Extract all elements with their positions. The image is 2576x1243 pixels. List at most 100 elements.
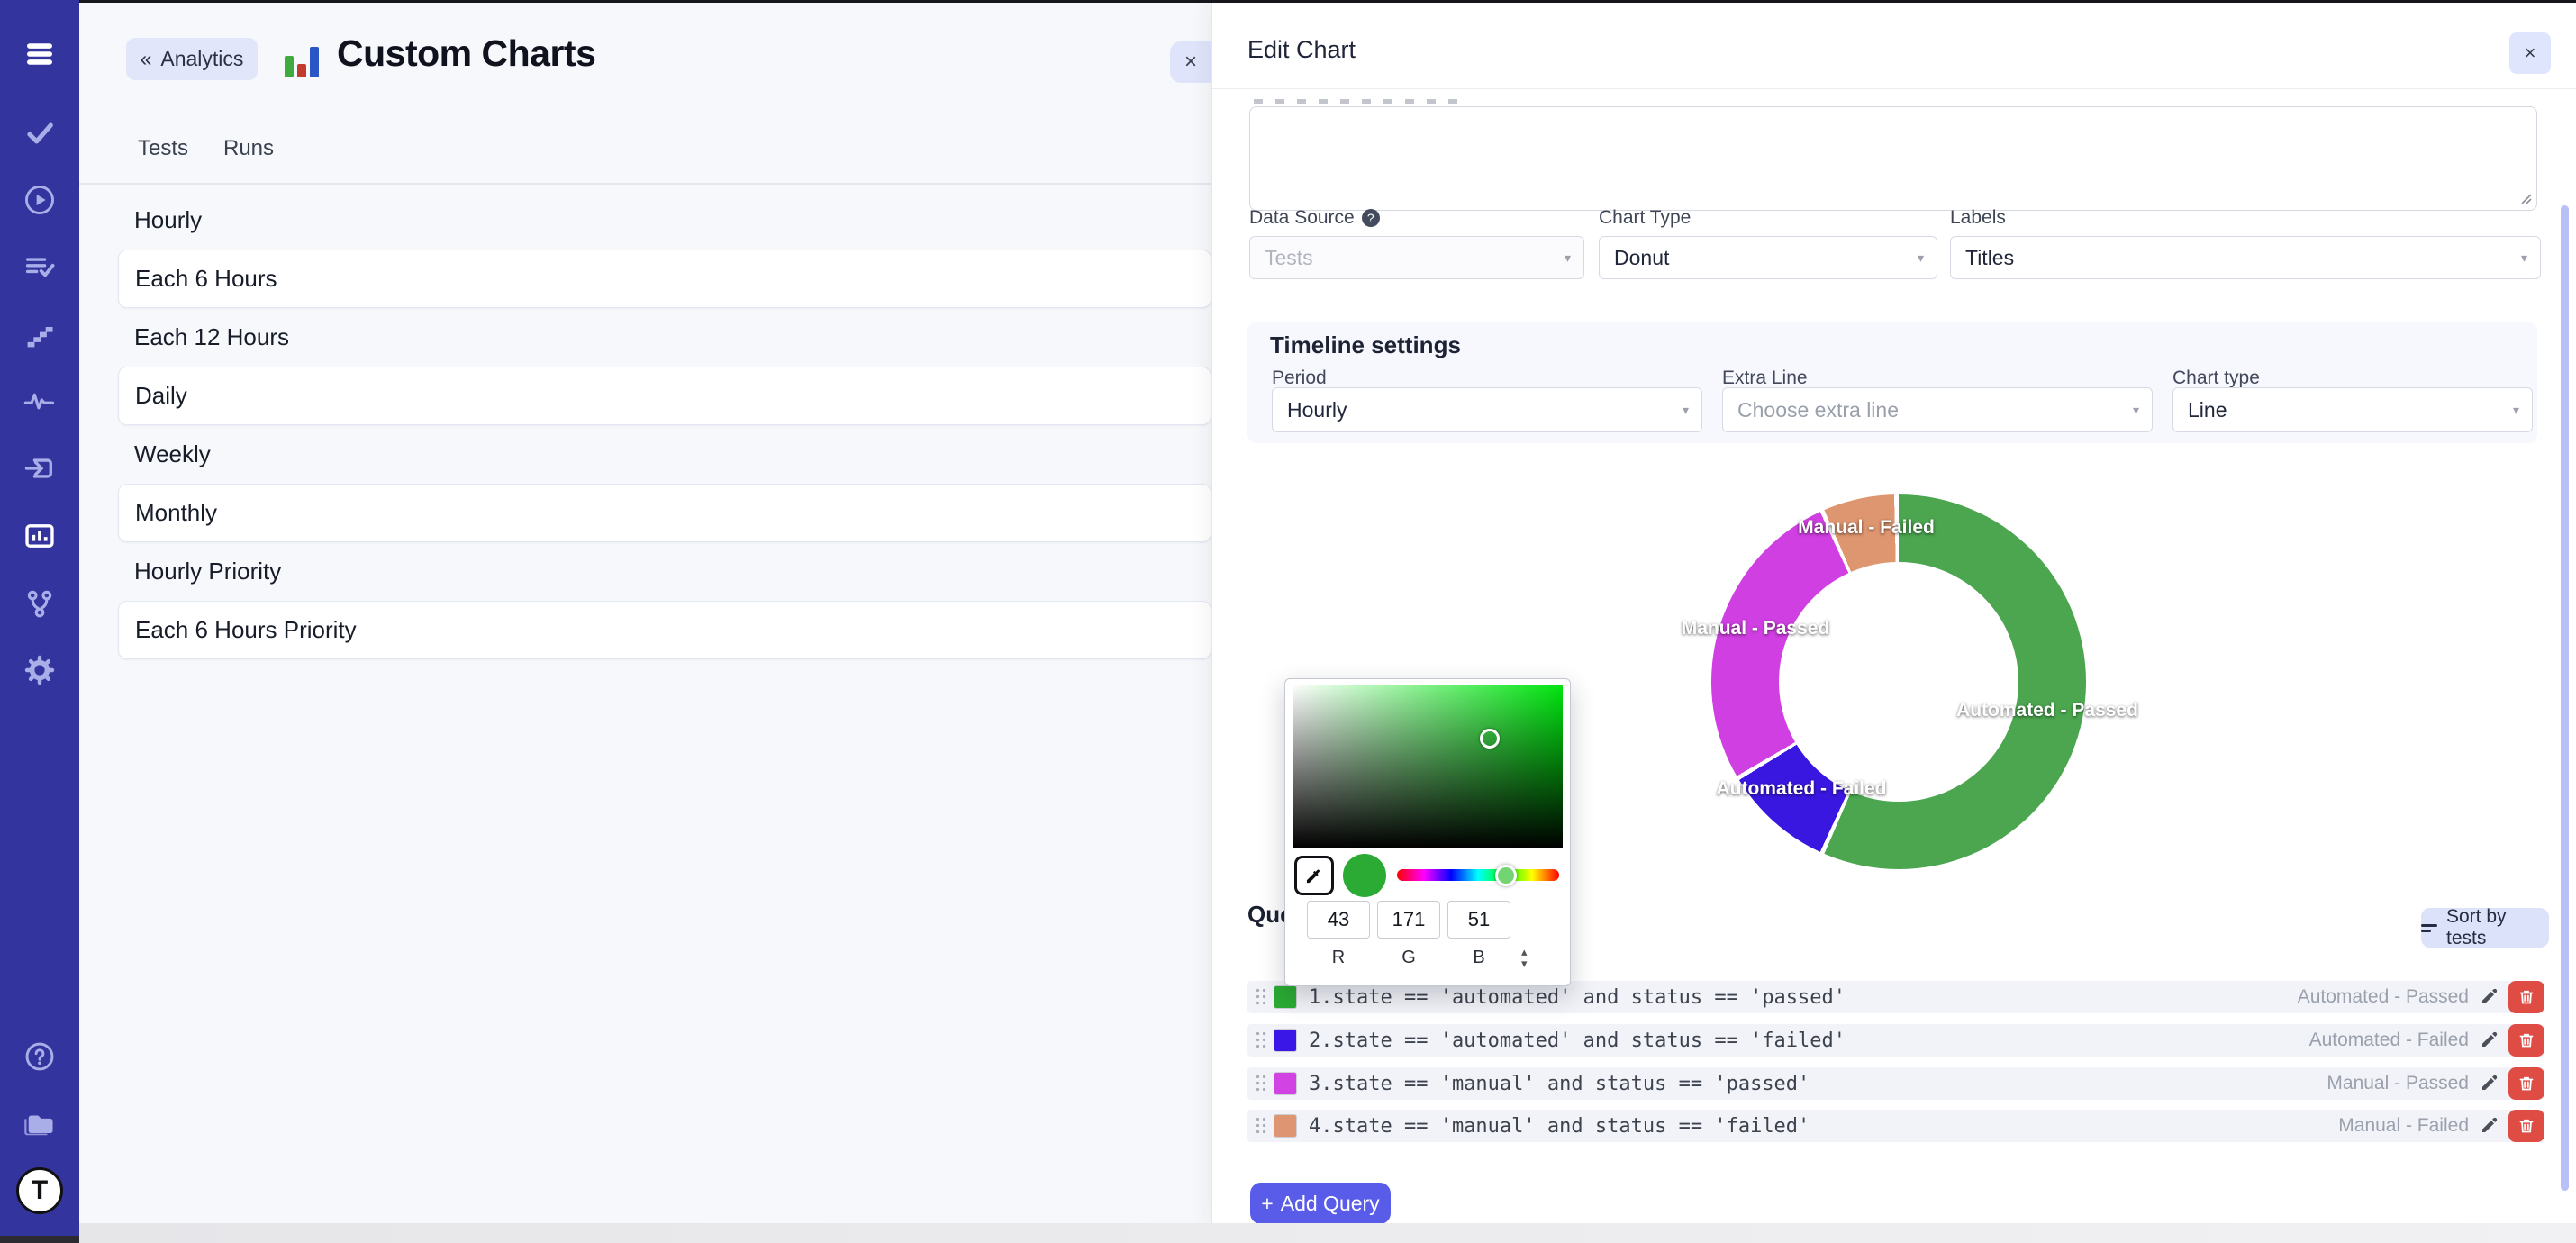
settings-gear-icon[interactable] — [0, 645, 79, 695]
test-plans-list-check-icon[interactable] — [0, 242, 79, 293]
chart-list: Hourly Each 6 Hours Each 12 Hours Daily … — [118, 191, 1211, 659]
textarea-resize-handle[interactable] — [2518, 191, 2533, 205]
runs-play-icon[interactable] — [0, 175, 79, 225]
sidebar: T — [0, 0, 79, 1243]
list-item-each-12-hours[interactable]: Each 12 Hours — [118, 308, 1211, 367]
chart-type-label: Chart Type — [1599, 207, 1691, 229]
chevron-down-icon: ▾ — [1565, 250, 1571, 266]
query-color-swatch-1[interactable] — [1274, 986, 1296, 1008]
drag-handle-icon[interactable] — [1255, 1116, 1267, 1136]
eyedropper-button[interactable] — [1294, 856, 1334, 895]
git-branch-icon[interactable] — [0, 578, 79, 629]
hue-slider[interactable] — [1397, 869, 1559, 881]
drag-handle-icon[interactable] — [1255, 1074, 1267, 1093]
delete-query-button[interactable] — [2508, 981, 2544, 1013]
app-window: T « Analytics Custom Charts Tests Runs H… — [0, 0, 2576, 1243]
bar-chart-emoji-icon — [285, 41, 324, 77]
current-color-swatch — [1343, 854, 1386, 897]
query-row-2: 2.state == 'automated' and status == 'fa… — [1247, 1024, 2544, 1057]
query-color-swatch-4[interactable] — [1274, 1115, 1296, 1137]
red-label: R — [1307, 948, 1370, 968]
chevron-down-icon: ▾ — [2133, 403, 2139, 418]
clipped-field-label — [1254, 99, 1461, 104]
red-input[interactable] — [1307, 901, 1370, 939]
saturation-area[interactable] — [1293, 685, 1563, 848]
labels-select[interactable]: Titles▾ — [1950, 236, 2541, 279]
query-row-3: 3.state == 'manual' and status == 'passe… — [1247, 1067, 2544, 1100]
left-panel-close-button[interactable]: × — [1170, 41, 1211, 83]
plus-icon: + — [1261, 1192, 1273, 1216]
list-item-daily[interactable]: Daily — [118, 367, 1211, 425]
help-icon[interactable] — [0, 1031, 79, 1082]
sidebar-footer-strip — [0, 1236, 79, 1243]
drag-handle-icon[interactable] — [1255, 987, 1267, 1007]
green-input[interactable] — [1377, 901, 1440, 939]
query-label: Manual - Passed — [2327, 1073, 2469, 1094]
timeline-settings-title: Timeline settings — [1270, 331, 1461, 359]
add-query-button[interactable]: + Add Query — [1250, 1183, 1391, 1224]
edit-pencil-icon[interactable] — [2480, 988, 2498, 1006]
drawer-header-divider — [1212, 88, 2576, 89]
analytics-bar-chart-icon[interactable] — [0, 511, 79, 561]
steps-stairs-icon[interactable] — [0, 310, 79, 360]
bottom-gradient-strip — [79, 1223, 2576, 1243]
edit-pencil-icon[interactable] — [2480, 1075, 2498, 1093]
logo-letter: T — [16, 1167, 63, 1214]
chart-description-textarea[interactable] — [1249, 106, 2537, 211]
list-item-hourly-priority[interactable]: Hourly Priority — [118, 542, 1211, 601]
import-login-icon[interactable] — [0, 443, 79, 494]
period-label: Period — [1272, 367, 1327, 389]
list-item-each-6-hours-priority[interactable]: Each 6 Hours Priority — [118, 601, 1211, 659]
list-item-weekly[interactable]: Weekly — [118, 425, 1211, 484]
tab-runs[interactable]: Runs — [223, 136, 274, 161]
chevron-down-icon: ▾ — [1918, 250, 1924, 266]
donut-label-manual-passed: Manual - Passed — [1682, 618, 1830, 640]
app-logo[interactable]: T — [0, 1166, 79, 1216]
blue-input[interactable] — [1447, 901, 1510, 939]
saturation-cursor[interactable] — [1480, 729, 1500, 749]
timeline-chart-type-select[interactable]: Line▾ — [2172, 387, 2533, 432]
drawer-close-button[interactable]: × — [2509, 32, 2551, 74]
query-row-4: 4.state == 'manual' and status == 'faile… — [1247, 1110, 2544, 1142]
query-color-swatch-2[interactable] — [1274, 1030, 1296, 1051]
drawer-scrollbar-thumb[interactable] — [2561, 205, 2569, 1191]
query-label: Automated - Failed — [2309, 1030, 2469, 1051]
delete-query-button[interactable] — [2508, 1024, 2544, 1057]
list-item-hourly[interactable]: Hourly — [118, 191, 1211, 250]
tests-check-icon[interactable] — [0, 108, 79, 159]
query-expression: 1.state == 'automated' and status == 'pa… — [1309, 986, 1846, 1009]
chart-type-select[interactable]: Donut▾ — [1599, 236, 1937, 279]
tab-tests[interactable]: Tests — [138, 136, 188, 161]
extra-line-label: Extra Line — [1722, 367, 1808, 389]
list-item-monthly[interactable]: Monthly — [118, 484, 1211, 542]
page-title: Custom Charts — [337, 32, 595, 75]
data-source-select[interactable]: Tests▾ — [1249, 236, 1584, 279]
extra-line-select[interactable]: Choose extra line▾ — [1722, 387, 2153, 432]
projects-folder-icon[interactable] — [0, 1099, 79, 1149]
sort-lines-icon — [2421, 924, 2437, 932]
donut-label-automated-failed: Automated - Failed — [1716, 778, 1886, 800]
list-item-each-6-hours[interactable]: Each 6 Hours — [118, 250, 1211, 308]
hamburger-menu-icon[interactable] — [0, 29, 79, 79]
period-select[interactable]: Hourly▾ — [1272, 387, 1702, 432]
chevron-down-icon: ▾ — [2521, 250, 2527, 266]
back-chevron-icon: « — [141, 47, 152, 71]
timeline-chart-type-label: Chart type — [2172, 367, 2260, 389]
delete-query-button[interactable] — [2508, 1067, 2544, 1100]
edit-pencil-icon[interactable] — [2480, 1031, 2498, 1049]
close-icon: × — [1184, 50, 1197, 75]
chevron-down-icon: ▾ — [1683, 403, 1689, 418]
delete-query-button[interactable] — [2508, 1110, 2544, 1142]
tabs-divider — [79, 183, 1211, 185]
rgb-mode-toggle-icon[interactable]: ▴▾ — [1521, 946, 1528, 969]
sort-by-tests-button[interactable]: Sort by tests — [2421, 908, 2549, 948]
hue-slider-handle[interactable] — [1495, 865, 1517, 886]
chevron-down-icon: ▾ — [2513, 403, 2519, 418]
analytics-back-button[interactable]: « Analytics — [126, 38, 258, 80]
edit-pencil-icon[interactable] — [2480, 1117, 2498, 1135]
drag-handle-icon[interactable] — [1255, 1030, 1267, 1050]
query-color-swatch-3[interactable] — [1274, 1073, 1296, 1094]
pulse-activity-icon[interactable] — [0, 376, 79, 426]
data-source-label: Data Source ? — [1249, 207, 1380, 229]
help-icon[interactable]: ? — [1362, 209, 1380, 227]
